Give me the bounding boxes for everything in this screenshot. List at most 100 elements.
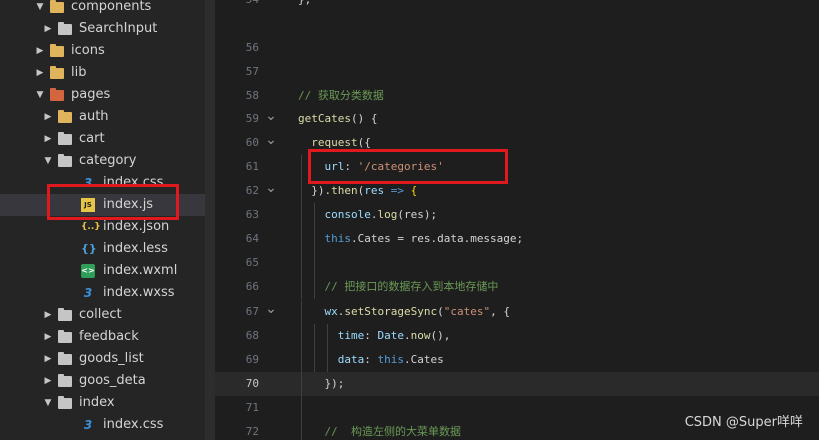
line-number: 64 xyxy=(245,232,259,245)
line-number: 69 xyxy=(245,353,259,366)
tree-folder[interactable]: ▶ feedback xyxy=(0,326,205,348)
code-line[interactable]: 66 // 把接口的数据存入到本地存储中 xyxy=(215,275,819,299)
folder-icon xyxy=(58,374,72,387)
line-number: 71 xyxy=(245,401,259,414)
code-text: // 把接口的数据存入到本地存储中 xyxy=(298,275,498,299)
fold-chevron-icon[interactable]: ⌄ xyxy=(265,179,277,197)
code-token: , { xyxy=(490,305,510,318)
tree-item-label: category xyxy=(79,153,137,168)
code-token: log xyxy=(377,208,398,221)
chevron-down-icon[interactable]: ▼ xyxy=(43,392,53,414)
line-number: 56 xyxy=(245,41,259,54)
tree-item-label: collect xyxy=(79,307,122,322)
wxml-file-icon: <> xyxy=(81,264,95,278)
code-token: // 获取分类数据 xyxy=(298,89,384,102)
code-editor[interactable]: 54}, 56 57 58 // 获取分类数据 59 ⌄ getCates() {60 ⌄ re… xyxy=(215,0,819,440)
tree-item-label: index.wxss xyxy=(103,285,175,300)
code-token: }); xyxy=(298,377,345,390)
code-line[interactable]: 56 xyxy=(215,36,819,60)
code-token: wx xyxy=(298,305,338,318)
code-line[interactable]: 67 ⌄ wx.setStorageSync("cates", { xyxy=(215,300,819,324)
code-token: .then xyxy=(324,184,358,197)
tree-folder[interactable]: ▶ SearchInput xyxy=(0,18,205,40)
fold-chevron-icon[interactable]: ⌄ xyxy=(265,131,277,149)
chevron-right-icon[interactable]: ▶ xyxy=(43,106,53,128)
code-token: res xyxy=(364,184,385,197)
code-token: // 把接口的数据存入到本地存储中 xyxy=(298,280,499,293)
code-line[interactable]: 69 data: this.Cates xyxy=(215,348,819,372)
code-token: (res); xyxy=(397,208,438,221)
code-line[interactable]: 61 url: '/categories' xyxy=(215,155,819,179)
sidebar-splitter[interactable] xyxy=(205,0,215,440)
tree-folder[interactable]: ▶ goos_deta xyxy=(0,370,205,392)
code-line[interactable]: 63 console.log(res); xyxy=(215,203,819,227)
indent-guide xyxy=(314,251,315,275)
code-token: console xyxy=(298,208,371,221)
code-token: this xyxy=(298,232,351,245)
tree-folder[interactable]: ▼ index xyxy=(0,392,205,414)
code-line[interactable]: 60 ⌄ request({ xyxy=(215,131,819,155)
line-number: 59 xyxy=(245,112,259,125)
chevron-right-icon[interactable]: ▶ xyxy=(43,326,53,348)
tree-folder[interactable]: ▶ lib xyxy=(0,62,205,84)
folder-icon xyxy=(58,330,72,343)
chevron-right-icon[interactable]: ▶ xyxy=(43,18,53,40)
code-token: : xyxy=(364,329,378,342)
chevron-down-icon[interactable]: ▼ xyxy=(35,0,45,18)
code-line[interactable]: 54}, xyxy=(215,0,819,12)
chevron-right-icon[interactable]: ▶ xyxy=(35,62,45,84)
line-number: 70 xyxy=(245,377,259,390)
watermark: CSDN @Super咩咩 xyxy=(684,415,803,430)
css-file-icon: 3 xyxy=(83,286,93,300)
code-line[interactable]: 57 xyxy=(215,60,819,84)
tree-folder[interactable]: ▼ category xyxy=(0,150,205,172)
tree-item-label: index.css xyxy=(103,417,164,432)
tree-folder[interactable]: ▼ pages xyxy=(0,84,205,106)
tree-file[interactable]: 3 index.css xyxy=(0,414,205,436)
code-line[interactable]: 58 // 获取分类数据 xyxy=(215,84,819,108)
code-line[interactable]: 62 ⌄ }).then(res => { xyxy=(215,179,819,203)
tree-item-label: index xyxy=(79,395,115,410)
folder-icon xyxy=(58,132,72,145)
tree-folder[interactable]: ▶ icons xyxy=(0,40,205,62)
line-number: 65 xyxy=(245,256,259,269)
tree-folder[interactable]: ▼ components xyxy=(0,0,205,18)
indent-guide xyxy=(301,396,302,420)
tree-folder[interactable]: ▶ collect xyxy=(0,304,205,326)
chevron-down-icon[interactable]: ▼ xyxy=(35,84,45,106)
code-text: data: this.Cates xyxy=(298,348,444,372)
less-file-icon: {} xyxy=(81,242,97,255)
code-token: data xyxy=(298,353,365,366)
tree-folder[interactable]: ▶ auth xyxy=(0,106,205,128)
code-line[interactable]: 68 time: Date.now(), xyxy=(215,324,819,348)
code-token: => xyxy=(384,184,411,197)
code-line[interactable]: 65 xyxy=(215,251,819,275)
line-number: 61 xyxy=(245,160,259,173)
fold-chevron-icon[interactable]: ⌄ xyxy=(265,300,277,318)
tree-file[interactable]: {} index.less xyxy=(0,238,205,260)
code-line[interactable]: 70 }); xyxy=(215,372,819,396)
code-token: }) xyxy=(298,184,325,197)
code-token: : xyxy=(364,353,378,366)
tree-item-label: SearchInput xyxy=(79,21,158,36)
chevron-right-icon[interactable]: ▶ xyxy=(43,304,53,326)
folder-icon xyxy=(50,66,64,79)
code-line[interactable]: 64 this.Cates = res.data.message; xyxy=(215,227,819,251)
folder-icon xyxy=(58,22,72,35)
tree-item-label: goos_deta xyxy=(79,373,146,388)
code-token: this xyxy=(377,353,404,366)
chevron-down-icon[interactable]: ▼ xyxy=(43,150,53,172)
code-token: request xyxy=(298,136,358,149)
tree-folder[interactable]: ▶ cart xyxy=(0,128,205,150)
code-text: time: Date.now(), xyxy=(298,324,451,348)
chevron-right-icon[interactable]: ▶ xyxy=(43,348,53,370)
chevron-right-icon[interactable]: ▶ xyxy=(43,370,53,392)
code-line[interactable]: 59 ⌄ getCates() { xyxy=(215,107,819,131)
tree-file[interactable]: 3 index.wxss xyxy=(0,282,205,304)
fold-chevron-icon[interactable]: ⌄ xyxy=(265,107,277,125)
tree-file[interactable]: <> index.wxml xyxy=(0,260,205,282)
line-number: 63 xyxy=(245,208,259,221)
chevron-right-icon[interactable]: ▶ xyxy=(43,128,53,150)
tree-folder[interactable]: ▶ goods_list xyxy=(0,348,205,370)
chevron-right-icon[interactable]: ▶ xyxy=(35,40,45,62)
